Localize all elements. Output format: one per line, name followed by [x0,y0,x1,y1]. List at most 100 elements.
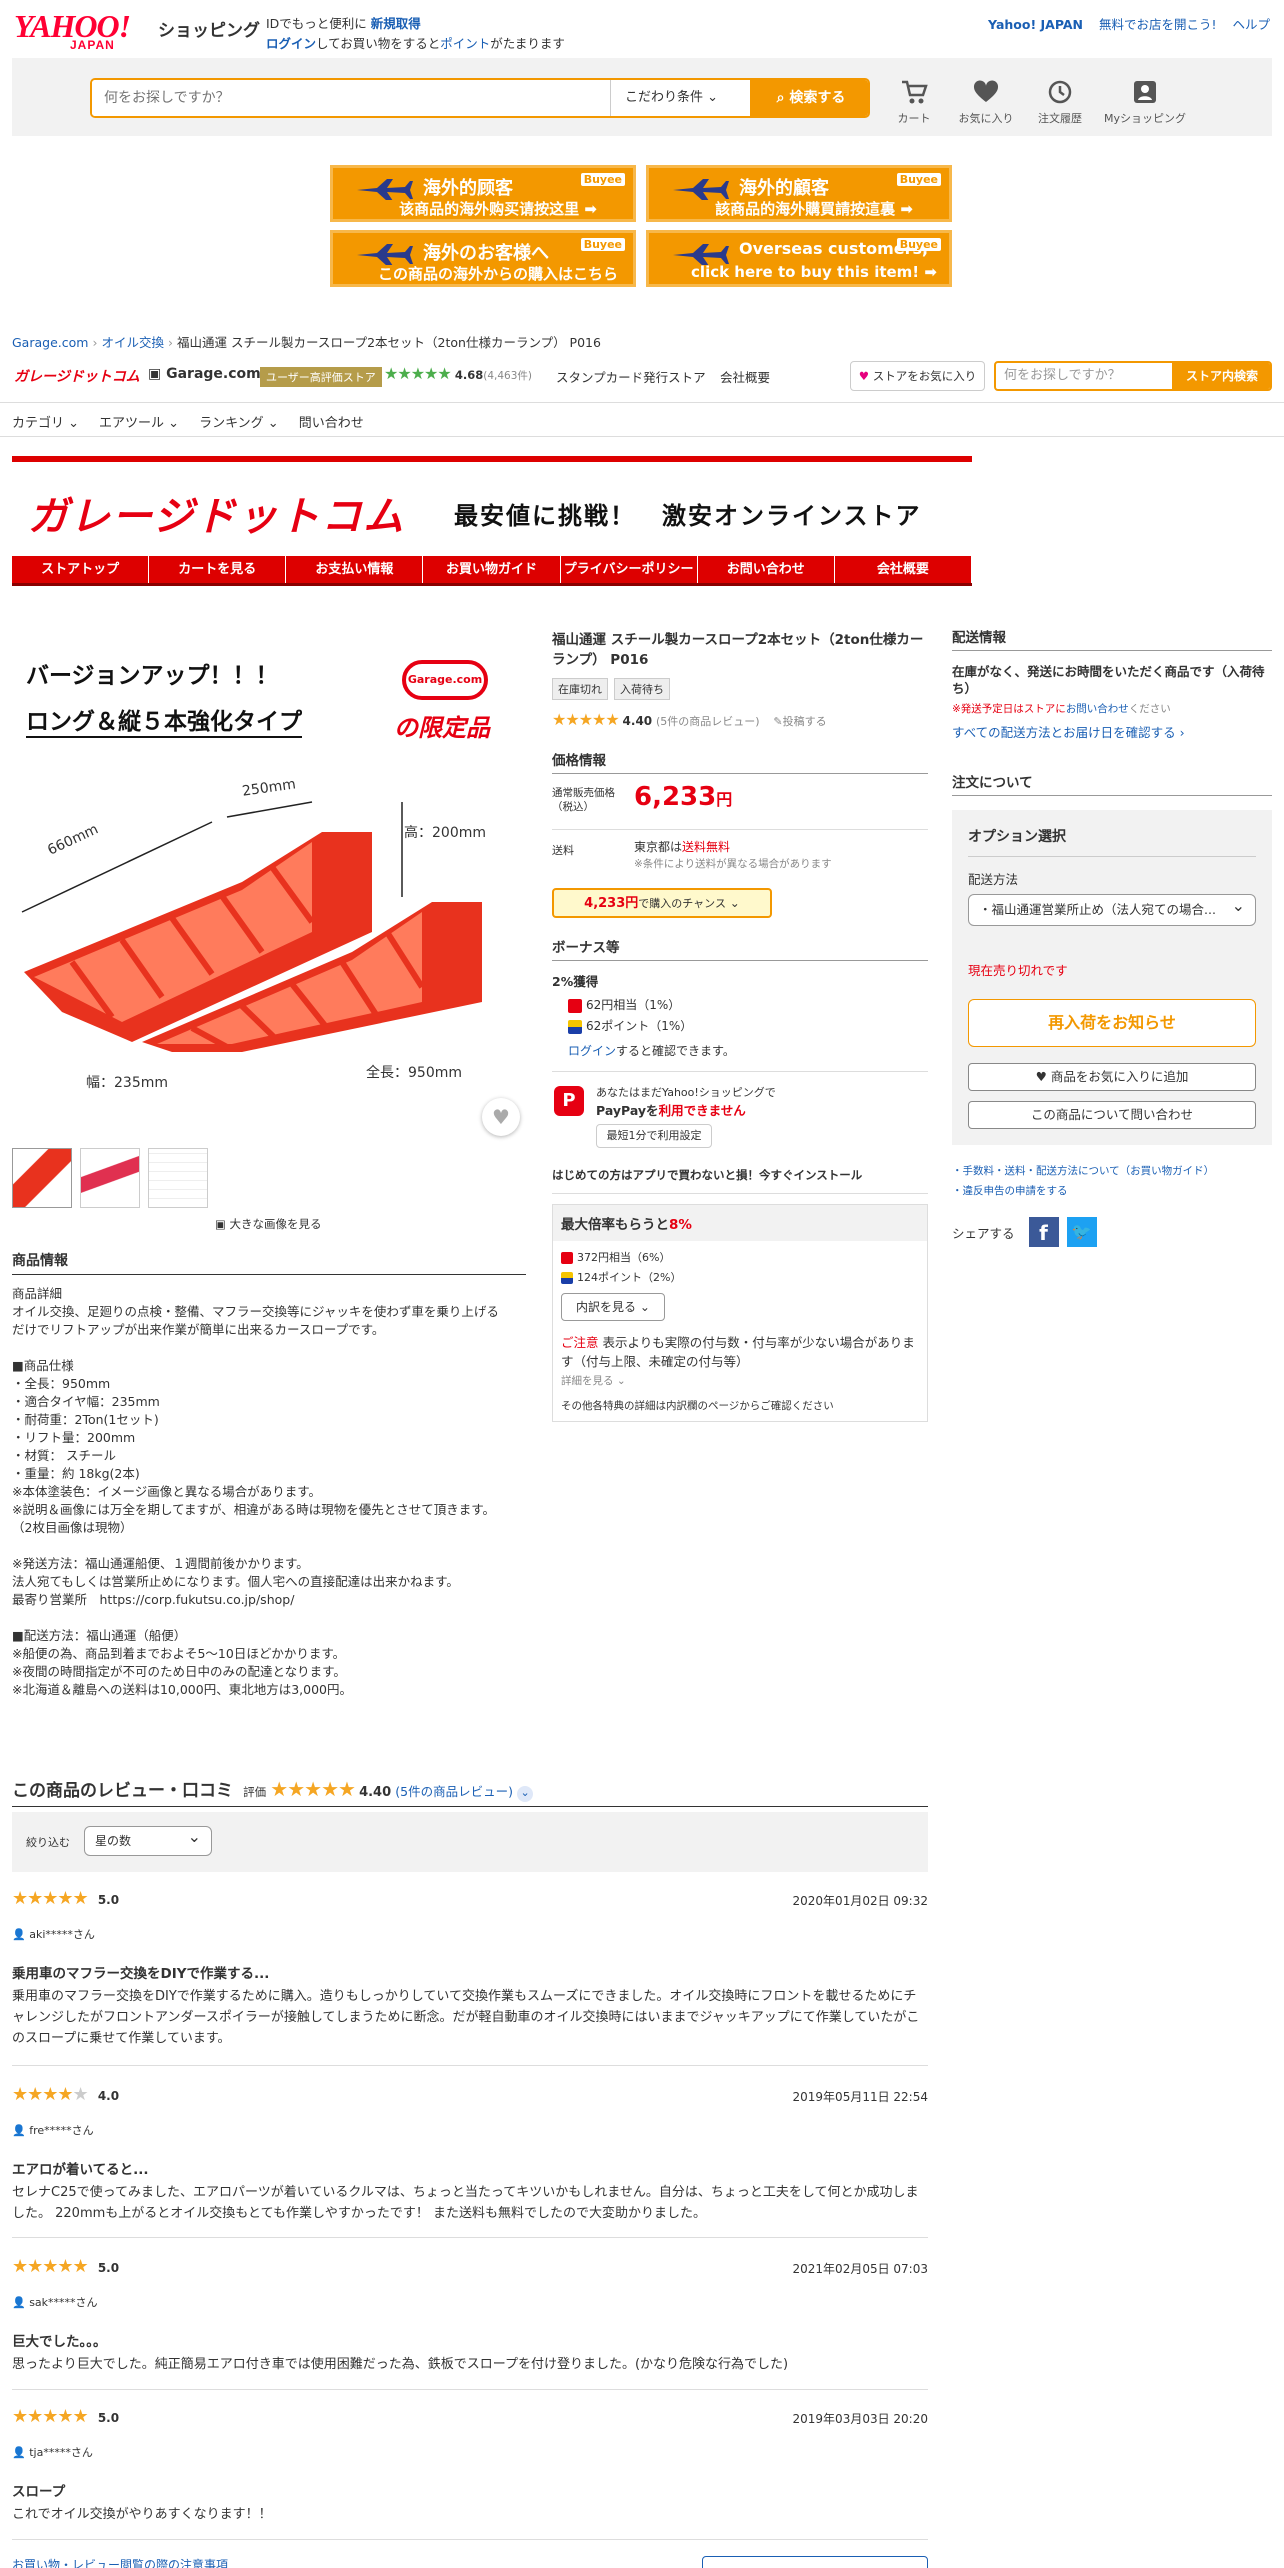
product-rating-value: 4.40 [622,714,653,728]
login-link[interactable]: ログイン [266,36,316,51]
price-row: 通常販売価格（税込） 6,233円 [552,774,928,830]
store-nav-guide[interactable]: お買い物ガイド [423,556,561,583]
signup-link[interactable]: 新規取得 [371,16,421,31]
restock-notify-button[interactable]: 再入荷をお知らせ [968,999,1256,1047]
bonus-item-1-text: 62円相当（1%） [586,998,681,1012]
store-rating[interactable]: ★★★★★ 4.68(4,463件) [384,364,532,383]
review-user-name: aki*****さん [29,1928,95,1941]
store-banner-tagline: 最安値に挑戦！ 激安オンラインストア [454,502,922,530]
store-nav-company[interactable]: 会社概要 [835,556,972,583]
reviews-count-link[interactable]: (5件の商品レビュー) [395,1784,513,1799]
image-headline1: バージョンアップ！！！ [26,663,279,689]
header-myshopping[interactable]: Myショッピング [1102,78,1188,126]
yahoo-logo[interactable]: YAHOO! JAPAN [14,10,131,51]
reviews-stars: ★★★★★ [270,1777,356,1801]
nav-contact[interactable]: 問い合わせ [299,416,364,431]
store-nav-contact[interactable]: お問い合わせ [698,556,835,583]
facebook-icon[interactable]: f [1028,1217,1059,1247]
details-link[interactable]: 詳細を見る ⌄ [561,1373,919,1388]
bonus-login-text: すると確認できます。 [616,1044,735,1058]
tag-out-of-stock: 在庫切れ [552,678,608,700]
add-favorite-button[interactable]: ♥ 商品をお気に入りに追加 [968,1063,1256,1091]
header-history[interactable]: 注文履歴 [1028,78,1092,126]
store-nav-cart[interactable]: カートを見る [149,556,287,583]
search-condition-dropdown[interactable]: こだわり条件 ⌄ [610,80,750,116]
max-rate-value: 8% [669,1217,692,1233]
product-review-count[interactable]: (5件の商品レビュー) [656,715,760,728]
fee-guide-link[interactable]: ・手数料・送料・配送方法について（お買い物ガイド） [952,1161,1272,1181]
star-filter-select[interactable]: 星の数 [84,1823,212,1856]
search-input[interactable] [92,80,610,116]
product-main-image[interactable]: バージョンアップ！！！ ロング＆縦５本強化タイプ Garage.com の限定品… [12,632,526,1142]
favorite-heart-icon[interactable]: ♥ [482,1098,520,1136]
enlarge-image-link[interactable]: ▣ 大きな画像を見る [215,1216,322,1232]
breadcrumb-category[interactable]: オイル交換 [101,335,164,350]
chance-button[interactable]: 4,233円で購入のチャンス ⌄ [552,888,772,918]
header-msg-text: IDでもっと便利に [266,16,367,31]
help-link[interactable]: ヘルプ [1232,17,1270,32]
store-banner-line [12,456,972,462]
thumbnail-1[interactable] [12,1148,72,1208]
store-name[interactable]: ▣ Garage.com [148,366,261,382]
store-nav-top[interactable]: ストアトップ [12,556,150,583]
review-title: エアロが着いてると... [12,2162,149,2178]
stamp-card-link[interactable]: スタンプカード発行ストア [556,367,706,386]
delivery-method-select[interactable]: ・福山通運営業所止め（法人宛ての場合... [968,891,1256,926]
review-item: ★★★★★ 5.0 2021年02月05日 07:03 👤 sak*****さん… [12,2250,928,2390]
store-logo[interactable]: ガレージドットコム [14,366,140,386]
header-cart[interactable]: カート [882,78,946,126]
points-link[interactable]: ポイント [440,36,490,51]
store-favorite-button[interactable]: ♥ ストアをお気に入り [850,361,985,391]
review-date: 2021年02月05日 07:03 [792,2262,928,2276]
review-more-button[interactable] [702,2556,928,2568]
image-icon: ▣ [215,1217,226,1231]
banner-sub: 该商品的海外购买请按这里 ➡ [399,200,597,218]
max-item-2-text: 124ポイント（2%） [577,1271,682,1284]
shopping-logo[interactable]: ショッピング [158,16,260,41]
price-value: 6,233 [634,782,717,812]
twitter-icon[interactable]: 🐦 [1066,1217,1097,1247]
post-review-link[interactable]: ✎投稿する [773,715,826,728]
user-icon [1130,78,1160,106]
yahoo-japan-link[interactable]: Yahoo! JAPAN [988,17,1083,32]
banner-sub: 該商品的海外購買請按這裏 ➡ [715,200,913,218]
store-nav-payment[interactable]: お支払い情報 [286,556,424,583]
nav-airtool[interactable]: エアツール ⌄ [99,416,179,431]
header-msg-text3: がたまります [490,36,565,51]
app-promo-link[interactable]: はじめての方はアプリで買わないと損！今すぐインストール [552,1167,928,1194]
header-cart-label: カート [897,112,931,125]
delivery-contact-link[interactable]: お問い合わせ [1066,703,1129,715]
chevron-down-icon[interactable]: ⌄ [517,1786,534,1802]
buyee-banner-cn-simplified[interactable]: 海外的顾客 该商品的海外购买请按这里 ➡ Buyee [330,165,636,222]
all-delivery-methods-link[interactable]: すべての配送方法とお届け日を確認する › [952,722,1272,741]
breakdown-button[interactable]: 内訳を見る ⌄ [561,1293,665,1321]
paypay-msg1: あなたはまだYahoo!ショッピングで [596,1086,776,1099]
product-rating[interactable]: ★★★★★ 4.40 (5件の商品レビュー) ✎投稿する [552,710,928,729]
open-store-link[interactable]: 無料でお店を開こう! [1099,17,1217,32]
buyee-banner-jp[interactable]: 海外のお客様へ この商品の海外からの購入はこちら ➡ Buyee [330,230,636,302]
store-search-button[interactable]: ストア内検索 [1172,363,1270,389]
review-notice-link[interactable]: お買い物・レビュー閲覧の際の注意事項 [12,2556,228,2568]
divider [0,436,1284,437]
company-info-link[interactable]: 会社概要 [720,367,770,386]
nav-category[interactable]: カテゴリ ⌄ [12,416,79,431]
report-violation-link[interactable]: ・違反申告の申請をする [952,1181,1272,1201]
bonus-login-link[interactable]: ログイン [568,1044,616,1058]
breakdown-label: 内訳を見る [576,1300,637,1314]
nav-ranking[interactable]: ランキング ⌄ [199,416,279,431]
store-search-input[interactable]: 何をお探しですか？ [996,363,1172,389]
buyee-logo: Buyee [896,173,941,186]
buyee-banner-en[interactable]: Overseas customers, click here to buy th… [646,230,952,287]
search-button[interactable]: ⌕ 検索する [750,80,868,116]
buyee-banner-cn-traditional[interactable]: 海外的顧客 該商品的海外購買請按這裏 ➡ Buyee [646,165,952,222]
breadcrumb-store[interactable]: Garage.com [12,335,88,350]
header-favorites[interactable]: お気に入り [954,78,1018,126]
store-banner-logo[interactable]: ガレージドットコム [28,484,405,542]
product-inquiry-button[interactable]: この商品について問い合わせ [968,1101,1256,1129]
store-rating-count: (4,463件) [483,370,532,382]
paypay-setup-button[interactable]: 最短1分で利用設定 [596,1124,712,1148]
thumbnail-2[interactable] [80,1148,141,1208]
reviews-heading: この商品のレビュー・口コミ [12,1781,233,1801]
thumbnail-3[interactable] [148,1148,209,1208]
store-nav-privacy[interactable]: プライバシーポリシー [561,556,698,583]
